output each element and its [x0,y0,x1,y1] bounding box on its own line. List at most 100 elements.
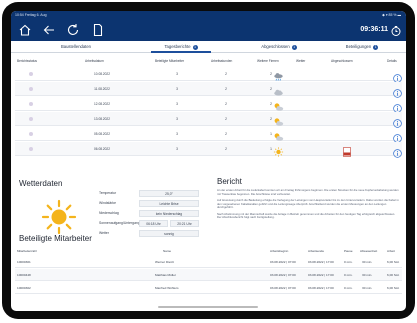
weather-label: Sonnenaufgang/Untergang [99,221,140,225]
absence: 30 min. [362,286,373,290]
home-icon[interactable] [17,22,33,38]
sun-cloud-icon [273,114,284,126]
table-row[interactable]: 13.08.2022 3 2 2 [15,112,402,128]
weather-label: Temperatur [99,191,117,195]
column-header: Arbeitsstunden [211,59,233,63]
arbeitsdatum: 10.08.2022 [94,72,110,76]
weather-temperature: Temperatur 25,0° [99,189,199,198]
cloud-rain-icon [273,69,284,81]
home-indicator [158,306,258,308]
arbeitsdatum: 13.08.2022 [94,117,110,121]
column-header: Weitere Firmen [257,59,279,63]
tab-baustellendaten[interactable]: Baustellendaten [46,41,106,53]
tab-abgeschlossen[interactable]: Abgeschlossen 1 [246,41,312,53]
tab-badge: 1 [291,44,297,50]
hours-count: 2 [225,87,227,91]
weather-title: Wetterdaten [19,179,63,188]
absence: 30 min. [362,260,373,264]
document-icon[interactable] [90,22,106,38]
info-icon[interactable] [393,85,402,98]
status-bar-left: 10:54 Freitag 6. Aug [15,13,47,17]
weather-precipitation: Niederschlag kein Niederschlag [99,209,199,218]
status-dot [29,72,33,76]
column-header: Berichtsstatus [17,59,38,63]
tab-label: Abgeschlossen [261,44,290,49]
tab-beteiligungen[interactable]: Beteiligungen 1 [331,41,393,53]
work-end: 03.08.2022 | 17:00 [308,286,334,290]
info-icon[interactable] [393,145,402,158]
status-bar-right: ◆ ▾ 85 % ▬ [382,13,401,17]
workers-title: Beteiligte Mitarbeiter [19,234,92,243]
refresh-icon[interactable] [65,22,81,38]
work-start: 03.08.2022 | 07:00 [270,273,296,277]
tab-badge: 1 [373,44,379,50]
hours-count: 2 [225,147,227,151]
info-icon[interactable] [393,100,402,113]
worker-id: 10000302 [17,286,31,290]
column-header: Mitarbeiterzahl [17,249,37,253]
back-arrow-icon[interactable] [41,22,57,38]
report-paragraph: Nach Abstimmung mit der Mannschaft wurde… [217,211,396,220]
table-row[interactable]: 10000448 Matthias Müller 03.08.2022 | 07:0… [15,269,402,281]
info-icon[interactable] [393,115,402,128]
column-header: Arbeit [387,249,395,253]
report-title: Bericht [217,177,242,186]
work-hours: 6,00 Std. [387,260,400,264]
sun-cloud-icon [273,129,284,141]
worker-count: 3 [176,147,178,151]
weather-wind: Windstärke Leichte Brise [99,199,199,208]
pdf-icon[interactable] [342,144,353,157]
tab-label: Beteiligungen [345,44,372,49]
worker-name: Werner Dietzt [155,260,174,264]
hours-count: 2 [225,102,227,106]
column-header: Details [387,59,397,63]
tab-tagesberichte[interactable]: Tagesberichte 1 [151,41,211,53]
sun-icon [273,144,284,157]
worker-name: Matthias Müller [155,273,176,277]
column-header: Arbeitsbeginn [270,249,289,253]
arbeitsdatum: 12.08.2022 [94,102,110,106]
worker-count: 3 [176,132,178,136]
timer-icon[interactable] [390,24,402,36]
table-row[interactable]: 05.08.2022 3 2 1 [15,127,402,143]
table-row[interactable]: 12.08.2022 3 2 2 [15,97,402,113]
top-navbar: 09:36:11 [11,20,406,41]
table-row[interactable]: 06.08.2022 3 2 1 [15,142,402,158]
worker-count: 3 [176,87,178,91]
column-header: Abwesenheit [360,249,378,253]
table-row[interactable]: 10000301 Werner Dietzt 03.08.2022 | 07:00 0… [15,256,402,268]
app-screen: 10:54 Freitag 6. Aug ◆ ▾ 85 % ▬ 09:36:11 [11,11,406,311]
hours-count: 2 [225,132,227,136]
tab-bar: Baustellendaten Tagesberichte 1 Abgeschlo… [11,41,406,53]
arbeitsdatum: 05.08.2022 [94,132,110,136]
table-row[interactable]: 10000302 Manfred Wöhlers 03.08.2022 | 07:0… [15,282,402,294]
pause: 0 min. [344,260,353,264]
weather-value: Leichte Brise [139,200,199,207]
status-dot [29,147,33,151]
table-row[interactable]: 10.08.2022 3 2 2 [15,67,402,83]
sunrise-value: 06:18 Uhr [139,220,168,227]
worker-id: 10000448 [17,273,31,277]
table-row[interactable]: 11.08.2022 3 2 2 [15,82,402,98]
info-icon[interactable] [393,70,402,83]
cloud-icon [273,84,284,96]
column-header: Wetter [296,59,306,63]
absence: 30 min. [362,273,373,277]
info-icon[interactable] [393,130,402,143]
arbeitsdatum: 06.08.2022 [94,147,110,151]
tab-label: Baustellendaten [60,44,92,49]
worker-count: 3 [176,72,178,76]
weather-value: 25,0° [139,190,199,197]
worker-count: 3 [176,117,178,121]
work-hours: 6,00 Std. [387,273,400,277]
sunset-value: 20:21 Uhr [170,220,199,227]
work-end: 03.08.2022 | 17:00 [308,273,334,277]
worker-id: 10000301 [17,260,31,264]
work-start: 03.08.2022 | 07:00 [270,286,296,290]
sun-cloud-icon [273,99,284,111]
column-header: Pause [344,249,353,253]
column-header: Arbeitsende [308,249,325,253]
status-dot [29,132,33,136]
status-bar: 10:54 Freitag 6. Aug ◆ ▾ 85 % ▬ [11,11,406,20]
tab-badge: 1 [192,44,198,50]
